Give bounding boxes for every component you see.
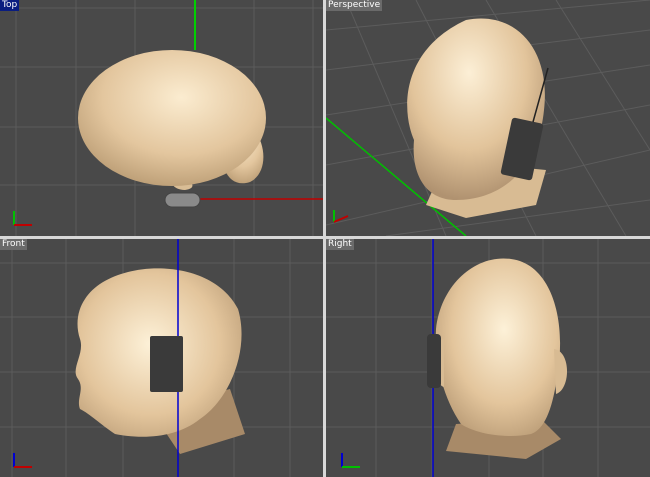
viewport-right[interactable]: Right [326, 239, 650, 477]
viewport-label-top[interactable]: Top [0, 0, 20, 11]
viewport-label-right[interactable]: Right [326, 239, 354, 250]
axis-icon [341, 453, 360, 468]
device-shape [150, 336, 183, 392]
axis-icon [13, 211, 32, 226]
viewport-top[interactable]: Top [0, 0, 323, 236]
device-shape [164, 192, 201, 208]
ear-shape [554, 349, 568, 394]
perspective-view-canvas [326, 0, 650, 236]
front-view-canvas [0, 239, 323, 477]
viewport-label-front[interactable]: Front [0, 239, 27, 250]
device-shape [427, 334, 441, 388]
viewport-front[interactable]: Front [0, 239, 323, 477]
top-view-canvas [0, 0, 323, 236]
head-shape [78, 50, 266, 186]
right-view-canvas [326, 239, 650, 477]
head-shape [435, 258, 561, 436]
viewport-label-perspective[interactable]: Perspective [326, 0, 383, 11]
axis-icon [13, 453, 32, 468]
viewport-perspective[interactable]: Perspective [326, 0, 650, 236]
